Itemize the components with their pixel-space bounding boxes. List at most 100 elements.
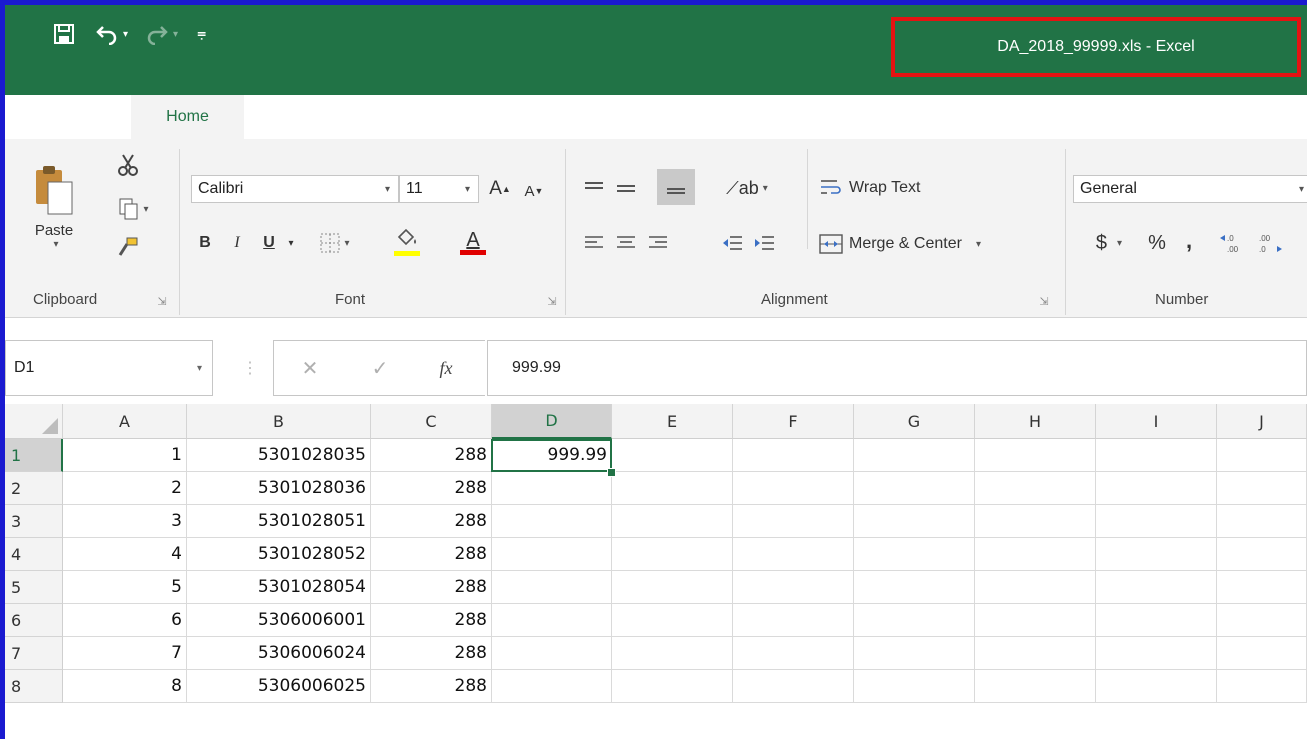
cell-b3[interactable]: 5301028051: [187, 505, 371, 538]
column-header-c[interactable]: C: [371, 404, 492, 439]
increase-indent-button[interactable]: [749, 229, 779, 257]
enter-check-icon[interactable]: ✓: [365, 354, 395, 382]
row-header[interactable]: 1: [5, 439, 63, 472]
formula-input[interactable]: 999.99: [487, 340, 1307, 396]
tab-file[interactable]: File: [50, 93, 76, 139]
underline-dropdown-icon[interactable]: ▾: [281, 229, 301, 257]
cell-i5[interactable]: [1096, 571, 1217, 604]
column-header-b[interactable]: B: [187, 404, 371, 439]
cell-j2[interactable]: [1217, 472, 1307, 505]
cell-h4[interactable]: [975, 538, 1096, 571]
currency-format-button[interactable]: $ ▾: [1081, 229, 1137, 257]
cell-b1[interactable]: 5301028035: [187, 439, 371, 472]
cell-e1[interactable]: [612, 439, 733, 472]
row-header[interactable]: 2: [5, 472, 63, 505]
cell-a3[interactable]: 3: [63, 505, 187, 538]
column-header-h[interactable]: H: [975, 404, 1096, 439]
cell-f2[interactable]: [733, 472, 854, 505]
clipboard-launcher-icon[interactable]: ⇲: [153, 291, 171, 311]
row-header[interactable]: 5: [5, 571, 63, 604]
tab-view[interactable]: View: [930, 93, 964, 139]
cell-b7[interactable]: 5306006024: [187, 637, 371, 670]
cell-h6[interactable]: [975, 604, 1096, 637]
cell-j3[interactable]: [1217, 505, 1307, 538]
row-header[interactable]: 8: [5, 670, 63, 703]
cell-h7[interactable]: [975, 637, 1096, 670]
cell-c6[interactable]: 288: [371, 604, 492, 637]
select-all-corner[interactable]: [5, 404, 63, 439]
tab-page-layout[interactable]: Page Layout: [383, 93, 473, 139]
comma-style-button[interactable]: ,: [1177, 227, 1201, 255]
alignment-launcher-icon[interactable]: ⇲: [1035, 291, 1053, 311]
cell-c5[interactable]: 288: [371, 571, 492, 604]
column-header-a[interactable]: A: [63, 404, 187, 439]
copy-icon[interactable]: ▾: [109, 195, 159, 223]
row-header[interactable]: 4: [5, 538, 63, 571]
tab-formulas[interactable]: Formulas: [557, 93, 624, 139]
wrap-text-button[interactable]: Wrap Text: [819, 173, 969, 203]
cell-j4[interactable]: [1217, 538, 1307, 571]
formula-bar-grip-icon[interactable]: ⋮: [242, 354, 258, 382]
cell-d3[interactable]: [492, 505, 612, 538]
cell-j1[interactable]: [1217, 439, 1307, 472]
cell-i4[interactable]: [1096, 538, 1217, 571]
column-header-g[interactable]: G: [854, 404, 975, 439]
tab-acrobat[interactable]: ACROBAT: [1035, 93, 1111, 139]
font-color-button[interactable]: A: [445, 225, 501, 259]
cell-g1[interactable]: [854, 439, 975, 472]
cell-c2[interactable]: 288: [371, 472, 492, 505]
cell-b6[interactable]: 5306006001: [187, 604, 371, 637]
cell-a4[interactable]: 4: [63, 538, 187, 571]
name-box[interactable]: D1 ▾: [5, 340, 213, 396]
cell-g5[interactable]: [854, 571, 975, 604]
customize-qat-icon[interactable]: ⩦: [197, 17, 206, 51]
tab-home[interactable]: Home: [131, 95, 244, 139]
cell-a6[interactable]: 6: [63, 604, 187, 637]
fill-handle[interactable]: [607, 468, 616, 477]
increase-decimal-button[interactable]: .0.00: [1215, 229, 1251, 257]
orientation-button[interactable]: ⟋ab ▾: [721, 173, 773, 203]
cell-j5[interactable]: [1217, 571, 1307, 604]
undo-icon[interactable]: ▾: [95, 17, 128, 51]
cell-g7[interactable]: [854, 637, 975, 670]
font-name-select[interactable]: Calibri ▾: [191, 175, 399, 203]
cell-c7[interactable]: 288: [371, 637, 492, 670]
cell-a5[interactable]: 5: [63, 571, 187, 604]
cell-g8[interactable]: [854, 670, 975, 703]
row-header[interactable]: 7: [5, 637, 63, 670]
cell-b2[interactable]: 5301028036: [187, 472, 371, 505]
cell-h1[interactable]: [975, 439, 1096, 472]
column-header-d[interactable]: D: [492, 404, 612, 439]
cancel-icon[interactable]: ✕: [295, 354, 325, 382]
undo-dropdown-icon[interactable]: ▾: [123, 29, 128, 40]
cell-e3[interactable]: [612, 505, 733, 538]
decrease-indent-button[interactable]: [717, 229, 747, 257]
column-header-j[interactable]: J: [1217, 404, 1307, 439]
percent-style-button[interactable]: %: [1141, 229, 1173, 257]
align-middle-button[interactable]: [611, 173, 641, 203]
cell-e6[interactable]: [612, 604, 733, 637]
cell-f8[interactable]: [733, 670, 854, 703]
cell-h3[interactable]: [975, 505, 1096, 538]
cell-c8[interactable]: 288: [371, 670, 492, 703]
column-header-i[interactable]: I: [1096, 404, 1217, 439]
cell-d5[interactable]: [492, 571, 612, 604]
cell-j7[interactable]: [1217, 637, 1307, 670]
cell-g6[interactable]: [854, 604, 975, 637]
decrease-font-size-button[interactable]: A ▼: [519, 177, 549, 205]
cell-a1[interactable]: 1: [63, 439, 187, 472]
fill-color-button[interactable]: [379, 225, 435, 259]
borders-button[interactable]: ▾: [309, 229, 361, 257]
cell-g2[interactable]: [854, 472, 975, 505]
cell-g3[interactable]: [854, 505, 975, 538]
cell-i7[interactable]: [1096, 637, 1217, 670]
cell-i6[interactable]: [1096, 604, 1217, 637]
tab-insert[interactable]: Insert: [273, 93, 313, 139]
cell-c3[interactable]: 288: [371, 505, 492, 538]
cell-i1[interactable]: [1096, 439, 1217, 472]
cell-f1[interactable]: [733, 439, 854, 472]
underline-button[interactable]: U: [255, 229, 283, 257]
cell-i3[interactable]: [1096, 505, 1217, 538]
font-size-select[interactable]: 11 ▾: [399, 175, 479, 203]
cut-icon[interactable]: [111, 151, 145, 179]
